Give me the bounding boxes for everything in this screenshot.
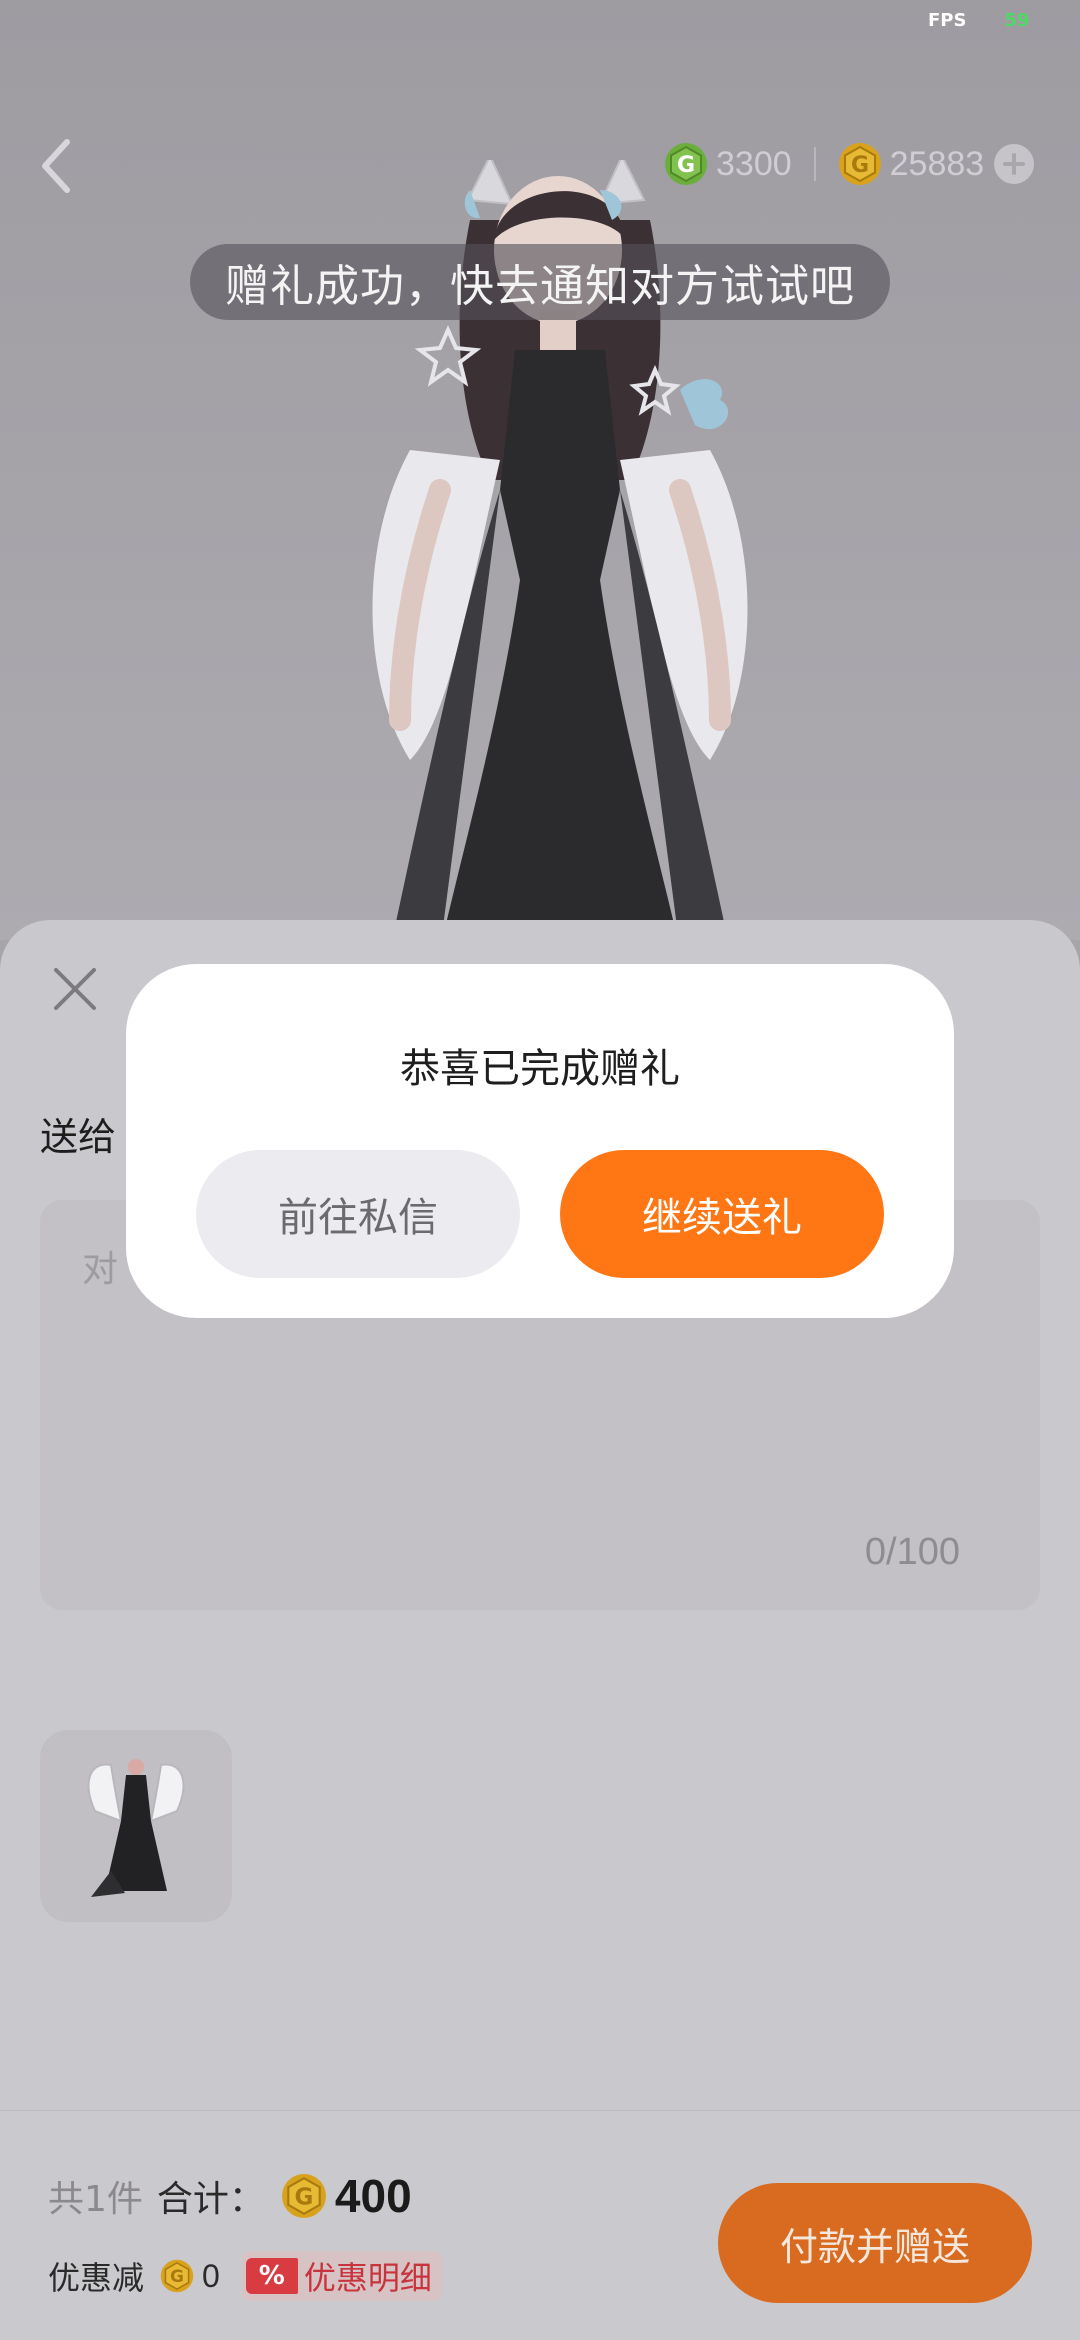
chevron-left-icon [42, 139, 70, 193]
discount-amount: 0 [202, 2257, 220, 2294]
dress-icon [87, 1759, 185, 1897]
gold-coin-amount: 25883 [889, 144, 985, 183]
discount-row: 优惠减 G 0 % 优惠明细 [48, 2251, 442, 2301]
percent-badge: % [245, 2258, 298, 2294]
message-placeholder: 对 [82, 1249, 119, 1290]
gift-item-thumbnail[interactable] [40, 1730, 232, 1922]
total-amount: 400 [334, 2170, 412, 2222]
discount-label: 优惠减 [48, 2259, 145, 2297]
close-icon [54, 968, 96, 1010]
checkout-footer: 共1件 合计： G 400 优惠减 G 0 % 优惠明细 付款并赠送 [0, 2110, 1080, 2340]
svg-text:G: G [851, 153, 869, 178]
go-to-messages-button[interactable]: 前往私信 [196, 1150, 520, 1278]
total-row: 共1件 合计： G 400 [48, 2169, 412, 2223]
gold-coin-icon: G [160, 2259, 194, 2293]
svg-text:G: G [294, 2184, 313, 2210]
item-count: 共1件 [48, 2179, 143, 2220]
gold-coin-icon: G [838, 143, 881, 185]
close-button[interactable] [48, 962, 102, 1016]
send-to-label: 送给 [40, 1115, 117, 1159]
discount-detail-label: 优惠明细 [303, 2259, 432, 2297]
dialog-title: 恭喜已完成赠礼 [400, 1046, 680, 1092]
recharge-button[interactable] [994, 144, 1035, 184]
fps-label: FPS [928, 10, 967, 31]
total-label: 合计： [156, 2179, 265, 2220]
discount-detail-link[interactable]: % 优惠明细 [241, 2251, 442, 2301]
gift-success-toast: 赠礼成功，快去通知对方试试吧 [190, 244, 890, 320]
char-count: 0/100 [864, 1531, 960, 1573]
gold-coin-balance: G 25883 [838, 142, 985, 186]
pay-and-gift-button[interactable]: 付款并赠送 [718, 2183, 1032, 2303]
back-button[interactable] [36, 136, 76, 196]
gold-coin-icon: G [281, 2173, 327, 2219]
fps-counter: FPS 59 [928, 10, 1030, 31]
plus-icon [1003, 153, 1026, 175]
svg-text:G: G [170, 2267, 184, 2287]
avatar-scene: FPS 59 G 3300 G 25883 赠礼成功，快去通知对方试试吧 [0, 0, 1080, 940]
continue-gifting-button[interactable]: 继续送礼 [560, 1150, 884, 1278]
fps-value: 59 [1004, 10, 1030, 31]
gift-complete-dialog: 恭喜已完成赠礼 前往私信 继续送礼 [126, 964, 954, 1318]
